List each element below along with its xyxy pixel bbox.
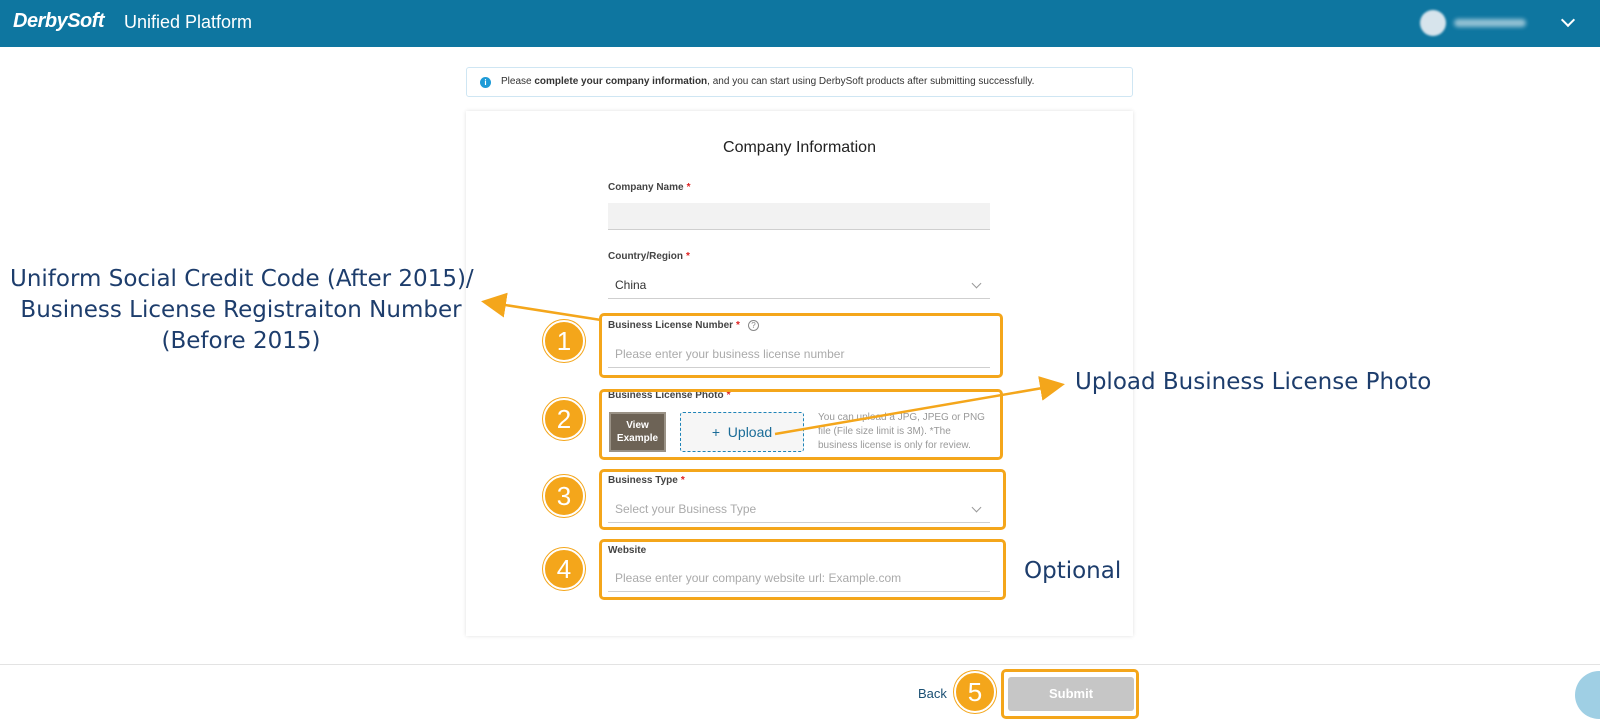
arrow-to-license-annotation	[481, 292, 602, 322]
arrow-to-upload-annotation	[774, 376, 1065, 436]
submit-button[interactable]: Submit	[1008, 677, 1134, 711]
footer-divider	[0, 664, 1600, 665]
annotation-arrows	[481, 292, 1065, 436]
back-button[interactable]: Back	[918, 686, 947, 701]
